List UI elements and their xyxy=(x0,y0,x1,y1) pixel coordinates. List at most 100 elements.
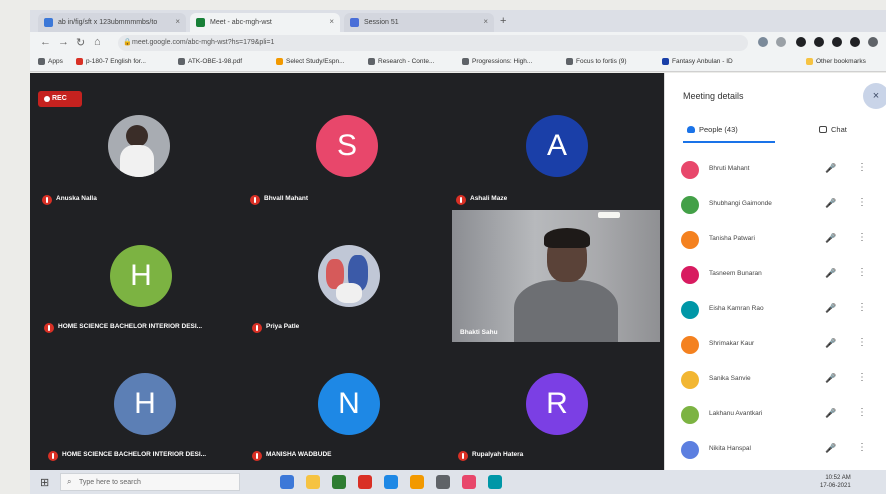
system-clock[interactable]: 10:52 AM 17-06-2021 xyxy=(820,474,851,490)
start-button[interactable]: ⊞ xyxy=(40,476,49,489)
more-options-icon[interactable]: ⋮ xyxy=(857,302,867,313)
taskbar-app-icon[interactable] xyxy=(358,475,372,489)
bookmark-icon xyxy=(662,58,669,65)
taskbar-app-icon[interactable] xyxy=(462,475,476,489)
extension-icon[interactable] xyxy=(758,37,768,47)
more-options-icon[interactable]: ⋮ xyxy=(857,407,867,418)
bookmark-icon xyxy=(178,58,185,65)
taskbar-search-input[interactable]: ⌕ Type here to search xyxy=(60,473,240,491)
participant-list-item[interactable]: Shrimakar Kaur 🎤 ⋮ xyxy=(679,332,879,362)
bookmark-item[interactable]: p-180-7 English for... xyxy=(76,58,146,65)
folder-icon xyxy=(806,58,813,65)
profile-avatar[interactable] xyxy=(850,37,860,47)
bookmark-item[interactable]: Select Study/Espn... xyxy=(276,58,345,65)
participant-name: HOME SCIENCE BACHELOR INTERIOR DESI... xyxy=(48,451,206,463)
mic-icon[interactable]: 🎤 xyxy=(825,443,836,454)
mic-icon[interactable]: 🎤 xyxy=(825,163,836,174)
participant-tile[interactable]: S Bhvall Mahant xyxy=(244,103,448,211)
screen: ab in/fig/sft x 123ubmmmmbs/to × Meet - … xyxy=(0,0,886,494)
panel-title: Meeting details xyxy=(683,91,744,101)
forward-button[interactable]: → xyxy=(58,36,69,48)
participant-tile[interactable]: H HOME SCIENCE BACHELOR INTERIOR DESI... xyxy=(40,223,240,343)
address-bar[interactable]: 🔒 meet.google.com/abc-mgh-wst?hs=179&pli… xyxy=(118,35,748,51)
participant-tile[interactable]: N MANISHA WADBUDE xyxy=(244,355,448,467)
more-options-icon[interactable]: ⋮ xyxy=(857,197,867,208)
bookmark-item[interactable]: Progressions: High... xyxy=(462,58,532,65)
participant-tile[interactable]: R Rupalyah Hatera xyxy=(452,355,660,467)
participant-name: Ashali Maze xyxy=(456,195,507,207)
mic-icon[interactable]: 🎤 xyxy=(825,408,836,419)
taskbar-app-icon[interactable] xyxy=(280,475,294,489)
browser-tab[interactable]: Session 51 × xyxy=(344,13,494,32)
more-options-icon[interactable]: ⋮ xyxy=(857,232,867,243)
participant-list-item[interactable]: Nikita Hanspal 🎤 ⋮ xyxy=(679,437,879,467)
participant-name: Bhakti Sahu xyxy=(460,329,498,336)
bookmark-item[interactable]: ATK-OBE-1-98.pdf xyxy=(178,58,242,65)
participant-list-item[interactable]: Shubhangi Gaimonde 🎤 ⋮ xyxy=(679,192,879,222)
participant-tile[interactable]: Priya Patle xyxy=(244,223,448,343)
browser-tab-active[interactable]: Meet - abc-mgh-wst × xyxy=(190,13,340,32)
extension-icon[interactable] xyxy=(814,37,824,47)
tab-people[interactable]: People (43) xyxy=(687,125,738,134)
extension-icon[interactable] xyxy=(832,37,842,47)
reload-button[interactable]: ↻ xyxy=(76,36,85,49)
bookmark-item[interactable]: Other bookmarks xyxy=(806,58,866,65)
more-options-icon[interactable]: ⋮ xyxy=(857,442,867,453)
participant-name: Shubhangi Gaimonde xyxy=(709,200,772,207)
participant-name: HOME SCIENCE BACHELOR INTERIOR DESI... xyxy=(44,323,202,335)
participant-video-tile[interactable]: Bhakti Sahu xyxy=(452,210,660,342)
tab-chat[interactable]: Chat xyxy=(819,125,847,134)
muted-mic-icon xyxy=(44,323,54,333)
new-tab-button[interactable]: + xyxy=(500,15,506,27)
participant-list-item[interactable]: Sanika Sanvie 🎤 ⋮ xyxy=(679,367,879,397)
more-options-icon[interactable]: ⋮ xyxy=(857,267,867,278)
participant-list-item[interactable]: Bhruti Mahant 🎤 ⋮ xyxy=(679,157,879,187)
mic-icon[interactable]: 🎤 xyxy=(825,268,836,279)
mic-icon[interactable]: 🎤 xyxy=(825,373,836,384)
bookmark-item[interactable]: Fantasy Anbulan - ID xyxy=(662,58,733,65)
more-options-icon[interactable]: ⋮ xyxy=(857,162,867,173)
taskbar-app-icon[interactable] xyxy=(306,475,320,489)
close-tab-icon[interactable]: × xyxy=(329,17,334,26)
back-button[interactable]: ← xyxy=(40,36,51,48)
participant-tile[interactable]: Anuska Nalla xyxy=(40,103,240,211)
mic-icon[interactable]: 🎤 xyxy=(825,198,836,209)
muted-mic-icon xyxy=(252,451,262,461)
muted-mic-icon xyxy=(252,323,262,333)
bookmark-icon xyxy=(368,58,375,65)
chat-icon xyxy=(819,126,827,133)
extension-icon[interactable] xyxy=(776,37,786,47)
meeting-details-panel: Meeting details × People (43) Chat Bhrut… xyxy=(664,73,886,470)
muted-mic-icon xyxy=(250,195,260,205)
participant-name: Bhvall Mahant xyxy=(250,195,308,207)
participant-tile[interactable]: A Ashali Maze xyxy=(452,103,660,211)
taskbar-app-icon[interactable] xyxy=(410,475,424,489)
taskbar-app-icon[interactable] xyxy=(332,475,346,489)
home-button[interactable]: ⌂ xyxy=(94,36,101,48)
taskbar-app-icon[interactable] xyxy=(436,475,450,489)
participant-list-item[interactable]: Eisha Kamran Rao 🎤 ⋮ xyxy=(679,297,879,327)
participant-avatar: A xyxy=(526,115,588,177)
more-options-icon[interactable]: ⋮ xyxy=(857,372,867,383)
close-tab-icon[interactable]: × xyxy=(483,17,488,26)
participant-list-item[interactable]: Lakhanu Avantkari 🎤 ⋮ xyxy=(679,402,879,432)
participant-tile[interactable]: H HOME SCIENCE BACHELOR INTERIOR DESI... xyxy=(40,355,240,467)
taskbar-app-icon[interactable] xyxy=(384,475,398,489)
mic-icon[interactable]: 🎤 xyxy=(825,233,836,244)
browser-tab[interactable]: ab in/fig/sft x 123ubmmmmbs/to × xyxy=(38,13,186,32)
taskbar-app-icon[interactable] xyxy=(488,475,502,489)
bookmark-item[interactable]: Focus to fortis (9) xyxy=(566,58,627,65)
menu-icon[interactable] xyxy=(868,37,878,47)
close-panel-button[interactable]: × xyxy=(863,83,886,109)
bookmark-item[interactable]: Research - Conte... xyxy=(368,58,434,65)
mic-icon[interactable]: 🎤 xyxy=(825,338,836,349)
close-tab-icon[interactable]: × xyxy=(175,17,180,26)
bookmark-item[interactable]: Apps xyxy=(38,58,63,65)
more-options-icon[interactable]: ⋮ xyxy=(857,337,867,348)
participant-list-item[interactable]: Tasneem Bunaran 🎤 ⋮ xyxy=(679,262,879,292)
extension-icon[interactable] xyxy=(796,37,806,47)
windows-taskbar: ⊞ ⌕ Type here to search 10:52 AM 17-06-2… xyxy=(30,470,886,494)
participant-name: Tasneem Bunaran xyxy=(709,270,762,277)
participant-list-item[interactable]: Tanisha Patwari 🎤 ⋮ xyxy=(679,227,879,257)
mic-icon[interactable]: 🎤 xyxy=(825,303,836,314)
